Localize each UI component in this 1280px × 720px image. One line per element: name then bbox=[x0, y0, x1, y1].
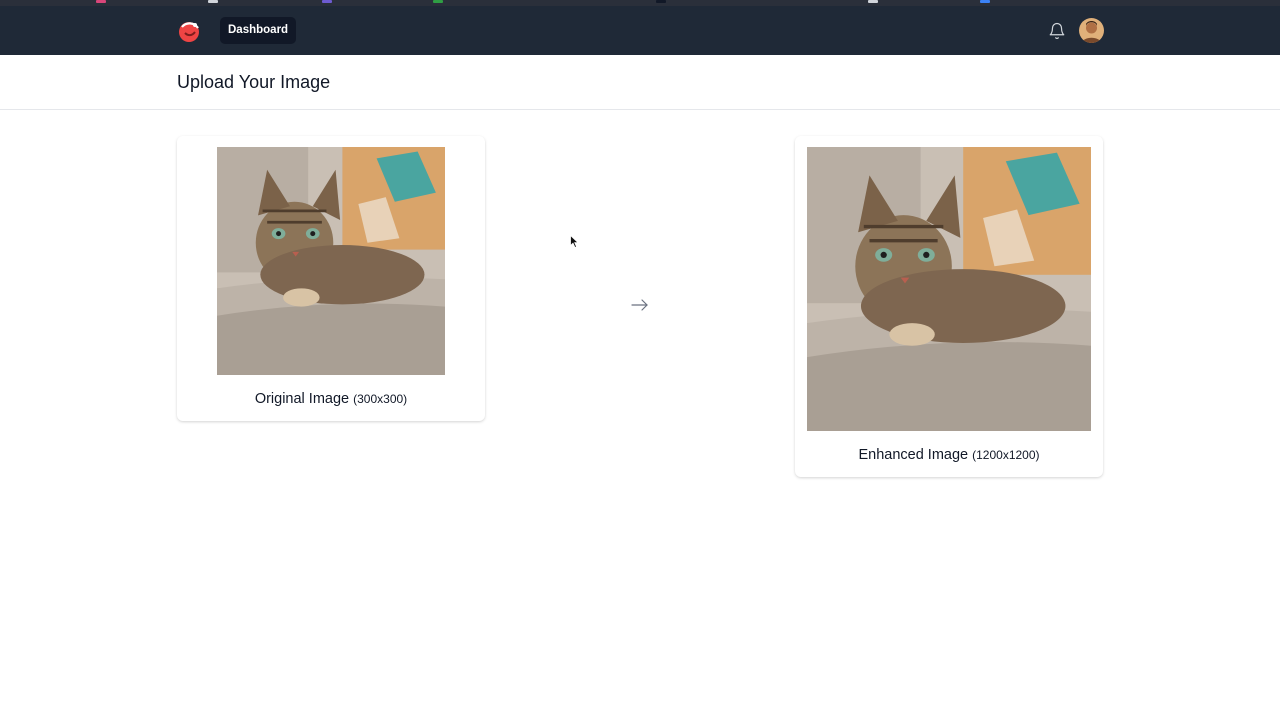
original-image-caption: Original Image (300x300) bbox=[177, 391, 485, 407]
enhanced-image bbox=[807, 147, 1091, 431]
original-image-card: Original Image (300x300) bbox=[177, 136, 485, 421]
enhanced-image-dimensions: (1200x1200) bbox=[972, 448, 1040, 462]
app-logo-icon[interactable] bbox=[176, 18, 202, 44]
user-avatar[interactable] bbox=[1079, 18, 1104, 43]
enhanced-image-card: Enhanced Image (1200x1200) bbox=[795, 136, 1103, 477]
nav-dashboard-link[interactable]: Dashboard bbox=[220, 17, 297, 44]
top-navbar: Dashboard bbox=[0, 6, 1280, 55]
enhanced-image-label: Enhanced Image bbox=[858, 447, 969, 463]
original-image-dimensions: (300x300) bbox=[353, 392, 408, 406]
page-title: Upload Your Image bbox=[177, 72, 331, 92]
enhanced-image-caption: Enhanced Image (1200x1200) bbox=[795, 447, 1103, 463]
bell-icon[interactable] bbox=[1048, 22, 1066, 40]
page-header: Upload Your Image bbox=[0, 55, 1280, 110]
original-image bbox=[217, 147, 445, 375]
original-image-label: Original Image bbox=[254, 391, 350, 407]
arrow-right-icon bbox=[631, 299, 648, 311]
mouse-cursor-icon bbox=[570, 235, 579, 248]
